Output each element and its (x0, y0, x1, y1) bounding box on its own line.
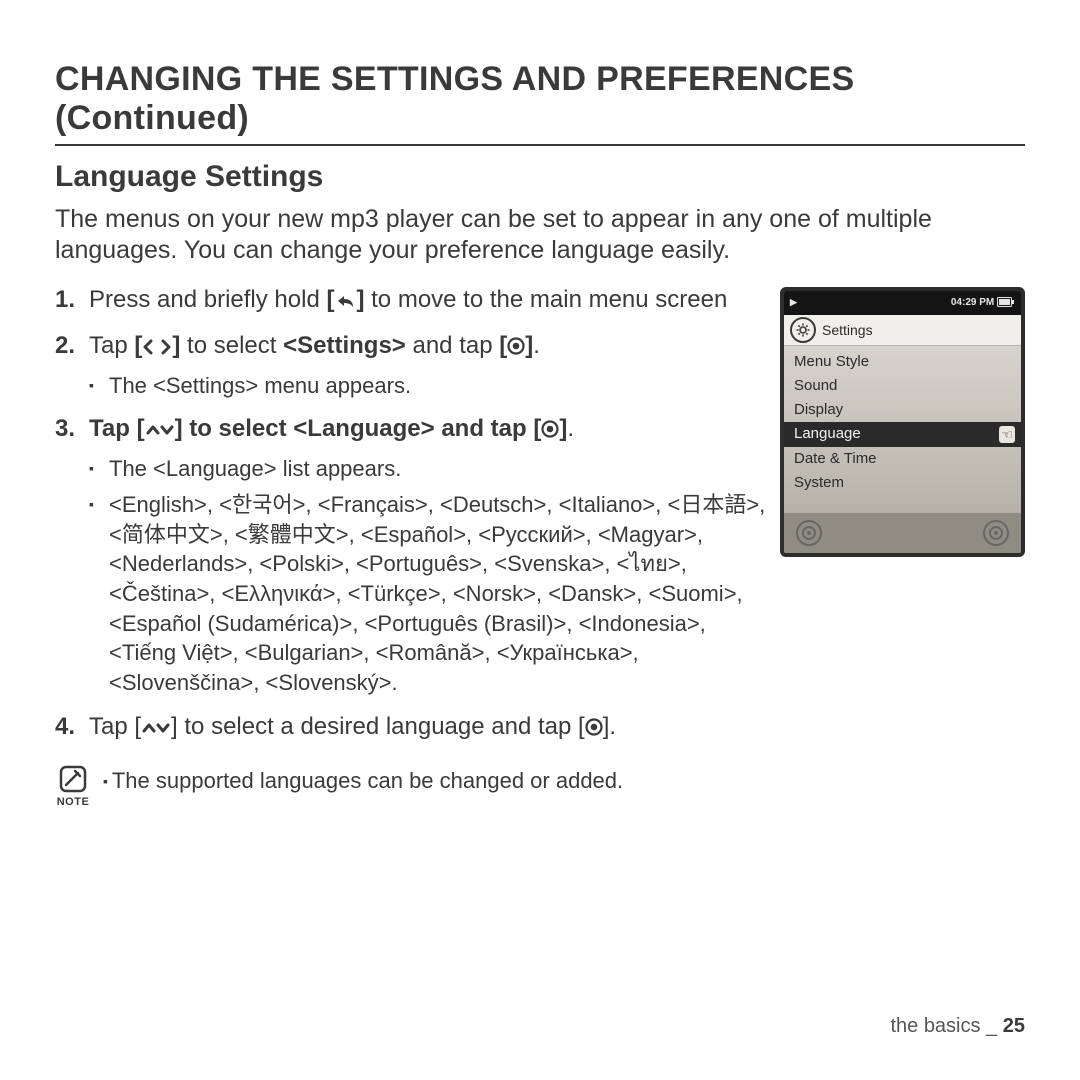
note-text: The supported languages can be changed o… (103, 764, 623, 794)
section-title: Language Settings (55, 160, 1025, 194)
steps-list: Press and briefly hold [] to move to the… (55, 285, 766, 744)
note-label: NOTE (55, 796, 91, 808)
step-3-sub-1: The <Language> list appears. (89, 454, 766, 484)
step-1: Press and briefly hold [] to move to the… (55, 285, 766, 317)
step-2-text-c: and tap (406, 332, 499, 359)
speaker-icon (794, 518, 824, 548)
device-time: 04:29 PM (951, 297, 994, 308)
back-icon (334, 287, 356, 317)
step-2-text-a: Tap (89, 332, 134, 359)
device-menu-item: System (784, 471, 1021, 495)
device-title: Settings (822, 322, 873, 338)
step-4: Tap [] to select a desired language and … (55, 712, 766, 744)
device-menu-item: Language☜ (784, 422, 1021, 446)
step-3-target: <Language> (293, 415, 434, 442)
left-right-icon (142, 333, 172, 363)
note-icon (55, 764, 91, 794)
device-menu-item: Date & Time (784, 447, 1021, 471)
divider (55, 144, 1025, 146)
step-1-text-b: to move to the main menu screen (364, 286, 727, 313)
step-2-sub: The <Settings> menu appears. (89, 371, 766, 401)
speaker-icon (981, 518, 1011, 548)
device-menu-item: Display (784, 398, 1021, 422)
step-1-text-a: Press and briefly hold (89, 286, 326, 313)
page-footer: the basics _ 25 (890, 1015, 1025, 1038)
step-3-text-c: and tap (435, 415, 534, 442)
device-screenshot: ▶ 04:29 PM Settings Menu StyleSoundDispl… (780, 287, 1025, 557)
device-statusbar: ▶ 04:29 PM (784, 291, 1021, 315)
play-icon: ▶ (790, 297, 797, 308)
up-down-icon (141, 714, 171, 744)
footer-section: the basics _ (890, 1015, 1002, 1037)
step-2: Tap [] to select <Settings> and tap []. … (55, 331, 766, 401)
step-4-text-a: Tap (89, 713, 134, 740)
pointer-icon: ☜ (999, 426, 1015, 444)
note-block: NOTE The supported languages can be chan… (55, 764, 766, 808)
select-icon (541, 416, 559, 446)
gear-icon (790, 317, 816, 343)
device-menu: Menu StyleSoundDisplayLanguage☜Date & Ti… (784, 346, 1021, 522)
footer-page-number: 25 (1003, 1015, 1025, 1037)
step-3: Tap [] to select <Language> and tap []. … (55, 414, 766, 698)
step-3-sub-2: <English>, <한국어>, <Français>, <Deutsch>,… (89, 490, 766, 698)
battery-icon (997, 297, 1015, 308)
step-3-text-a: Tap (89, 415, 137, 442)
select-icon (507, 333, 525, 363)
step-4-text-b: to select a desired language and tap (178, 713, 578, 740)
up-down-icon (145, 416, 175, 446)
device-titlebar: Settings (784, 315, 1021, 346)
step-3-text-b: to select (183, 415, 294, 442)
page-title: CHANGING THE SETTINGS AND PREFERENCES (C… (55, 60, 1025, 138)
intro-paragraph: The menus on your new mp3 player can be … (55, 204, 1025, 267)
step-2-target: <Settings> (283, 332, 406, 359)
device-bottombar (784, 513, 1021, 553)
step-2-text-b: to select (180, 332, 283, 359)
select-icon (585, 714, 603, 744)
device-menu-item: Sound (784, 374, 1021, 398)
device-menu-item: Menu Style (784, 350, 1021, 374)
